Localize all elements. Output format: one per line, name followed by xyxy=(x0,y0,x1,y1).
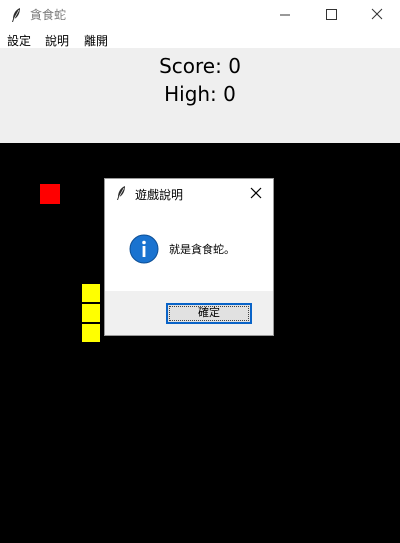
score-label: Score: 0 xyxy=(159,54,241,78)
dialog-titlebar[interactable]: 遊戲說明 xyxy=(105,179,273,207)
close-icon xyxy=(250,187,262,199)
menu-bar: 設定 說明 離開 xyxy=(0,30,400,48)
dialog-body: 就是貪食蛇。 xyxy=(105,207,273,291)
food-block xyxy=(40,184,60,204)
high-score-label: High: 0 xyxy=(164,82,236,106)
info-icon xyxy=(129,234,159,264)
snake-segment xyxy=(81,303,101,323)
snake-segment xyxy=(81,283,101,303)
minimize-button[interactable] xyxy=(262,0,308,30)
feather-icon xyxy=(10,7,22,23)
dialog-footer: 確定 xyxy=(105,291,273,335)
minimize-icon xyxy=(280,14,290,16)
menu-exit[interactable]: 離開 xyxy=(84,32,108,49)
window-title: 貪食蛇 xyxy=(30,8,67,22)
score-panel: Score: 0 High: 0 xyxy=(0,48,400,143)
maximize-button[interactable] xyxy=(308,0,354,30)
info-dialog: 遊戲說明 就是貪食蛇。 確定 xyxy=(104,178,274,336)
maximize-icon xyxy=(326,9,337,20)
dialog-title: 遊戲說明 xyxy=(135,188,184,202)
menu-settings[interactable]: 設定 xyxy=(7,32,31,49)
close-button[interactable] xyxy=(354,0,400,30)
menu-help[interactable]: 說明 xyxy=(45,32,69,49)
dialog-message: 就是貪食蛇。 xyxy=(169,243,235,256)
window-titlebar[interactable]: 貪食蛇 xyxy=(0,0,400,30)
ok-button-label: 確定 xyxy=(198,306,220,319)
ok-button[interactable]: 確定 xyxy=(166,303,252,324)
snake-segment xyxy=(81,323,101,343)
dialog-close-button[interactable] xyxy=(247,184,265,202)
close-icon xyxy=(371,8,383,20)
feather-icon xyxy=(115,185,127,201)
